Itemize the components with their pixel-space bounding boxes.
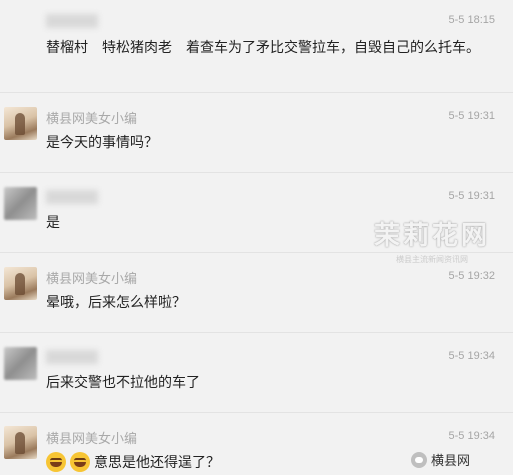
sender-name-blurred (46, 350, 98, 364)
divider (0, 92, 513, 93)
message-text: 意思是他还得逞了？ (94, 455, 220, 471)
comment-feed: 5-5 18:15 替榴村 特松猪肉老 着查车为了矛比交警拉车，自毁自己的么托车… (0, 0, 513, 474)
message-time: 5-5 19:34 (448, 430, 495, 442)
avatar[interactable] (4, 426, 37, 459)
avatar[interactable] (4, 187, 37, 220)
divider (0, 412, 513, 413)
message-time: 5-5 19:34 (448, 350, 495, 362)
message-time: 5-5 19:32 (448, 270, 495, 282)
message-time: 5-5 19:31 (448, 110, 495, 122)
avatar[interactable] (4, 267, 37, 300)
laughing-emoji-icon (46, 452, 66, 472)
sender-name-blurred (46, 190, 98, 204)
laughing-emoji-icon (70, 452, 90, 472)
message-text: 替榴村 特松猪肉老 着查车为了矛比交警拉车，自毁自己的么托车。 (46, 40, 480, 56)
message-text: 晕哦，后来怎么样啦？ (46, 295, 186, 311)
wechat-icon (411, 451, 427, 468)
sender-name-blurred (46, 14, 98, 28)
divider (0, 252, 513, 253)
sender-name[interactable]: 横县网美女小编 (46, 428, 137, 447)
sender-name[interactable]: 横县网美女小编 (46, 108, 137, 127)
message-time: 5-5 18:15 (448, 14, 495, 26)
message-time: 5-5 19:31 (448, 190, 495, 202)
message-text: 是今天的事情吗？ (46, 135, 158, 151)
message-text: 是 (46, 215, 60, 231)
source-brand: 横县网 (411, 450, 470, 469)
avatar[interactable] (4, 347, 37, 380)
message-text: 后来交警也不拉他的车了 (46, 375, 200, 391)
avatar[interactable] (4, 107, 37, 140)
divider (0, 172, 513, 173)
sender-name[interactable]: 横县网美女小编 (46, 268, 137, 287)
divider (0, 332, 513, 333)
brand-label: 横县网 (431, 454, 471, 469)
